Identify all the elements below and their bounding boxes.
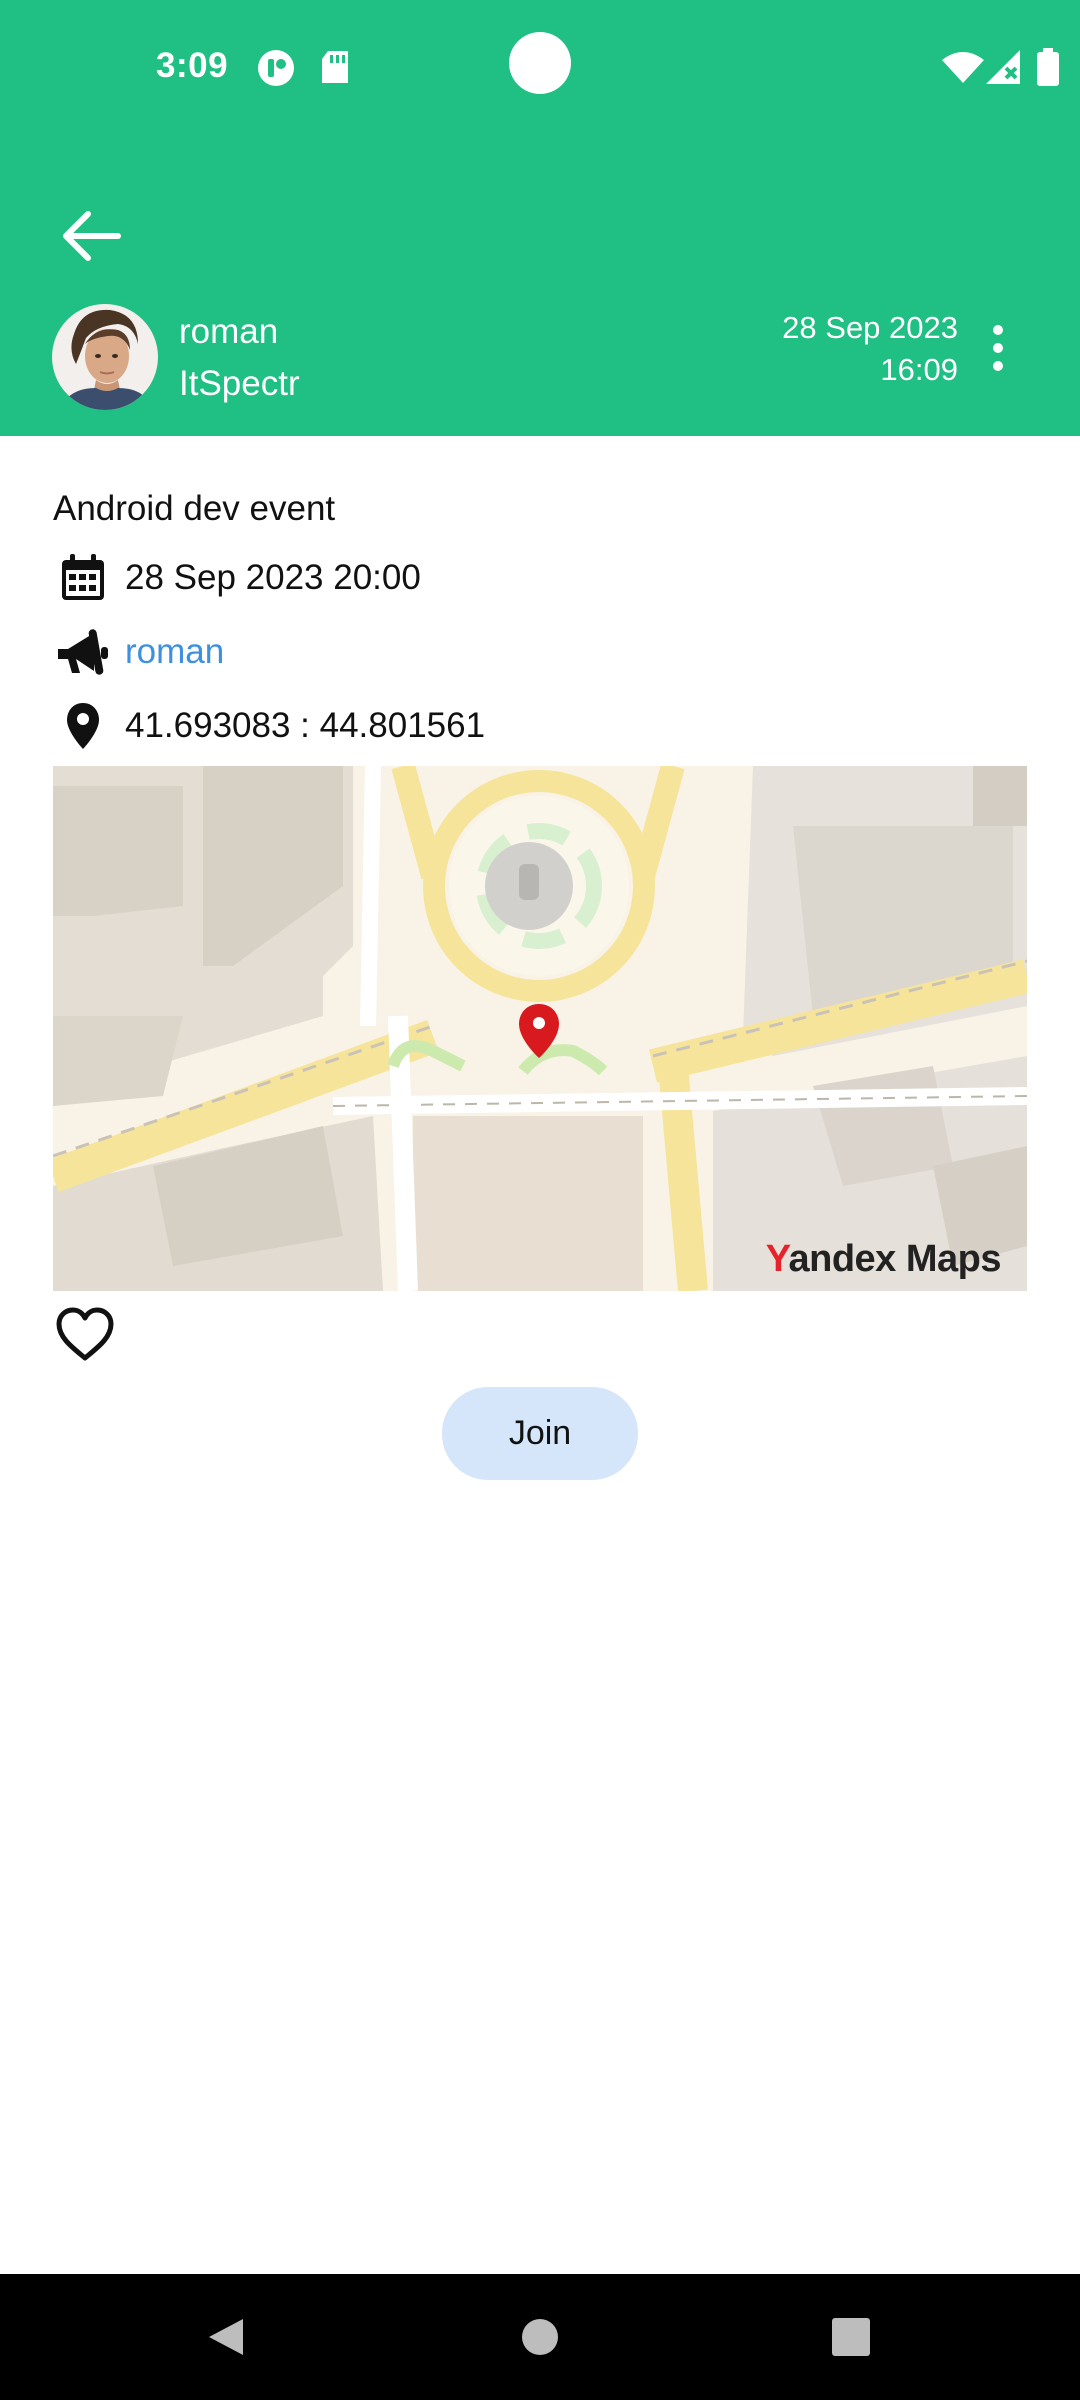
event-coordinates: 41.693083 : 44.801561 [125, 706, 486, 745]
sd-card-icon [320, 51, 350, 90]
event-organizer-row: roman [53, 622, 224, 682]
event-location-row: 41.693083 : 44.801561 [53, 696, 485, 756]
app-header: 3:09 roman ItSpectr 28 Sep 2023 16:09 [0, 0, 1080, 436]
calendar-icon [53, 548, 113, 608]
yandex-maps-logo: Yandex Maps [765, 1238, 1002, 1280]
event-datetime-row: 28 Sep 2023 20:00 [53, 548, 421, 608]
more-options-button[interactable] [980, 320, 1016, 376]
wifi-icon [942, 52, 984, 89]
like-button[interactable] [53, 1304, 117, 1368]
organizer-link[interactable]: roman [125, 632, 224, 672]
nav-home-button[interactable] [480, 2274, 600, 2400]
status-bar: 3:09 [0, 0, 1080, 135]
back-triangle-icon [209, 2319, 243, 2355]
back-button[interactable] [48, 192, 136, 280]
join-button[interactable]: Join [442, 1387, 638, 1480]
post-date: 28 Sep 2023 [782, 310, 958, 345]
event-map[interactable]: Yandex Maps [53, 766, 1027, 1291]
post-time: 16:09 [880, 352, 958, 387]
system-nav-bar [0, 2274, 1080, 2400]
megaphone-icon [53, 622, 113, 682]
recents-square-icon [832, 2318, 870, 2356]
location-pin-icon [53, 696, 113, 756]
status-time: 3:09 [156, 46, 229, 85]
event-title: Android dev event [53, 489, 336, 528]
signal-no-data-icon [986, 50, 1022, 89]
event-datetime: 28 Sep 2023 20:00 [125, 558, 421, 597]
arrow-left-icon [63, 211, 121, 261]
nav-recents-button[interactable] [791, 2274, 911, 2400]
avatar[interactable] [52, 304, 158, 410]
more-vertical-icon [993, 325, 1003, 371]
heart-outline-icon [56, 1307, 114, 1361]
nav-back-button[interactable] [165, 2274, 285, 2400]
author-handle: ItSpectr [179, 364, 300, 403]
app-notification-icon [257, 49, 295, 92]
author-name[interactable]: roman [179, 312, 278, 352]
map-image [53, 766, 1027, 1291]
camera-cutout [509, 32, 571, 94]
battery-icon [1037, 48, 1059, 91]
home-circle-icon [522, 2319, 558, 2355]
